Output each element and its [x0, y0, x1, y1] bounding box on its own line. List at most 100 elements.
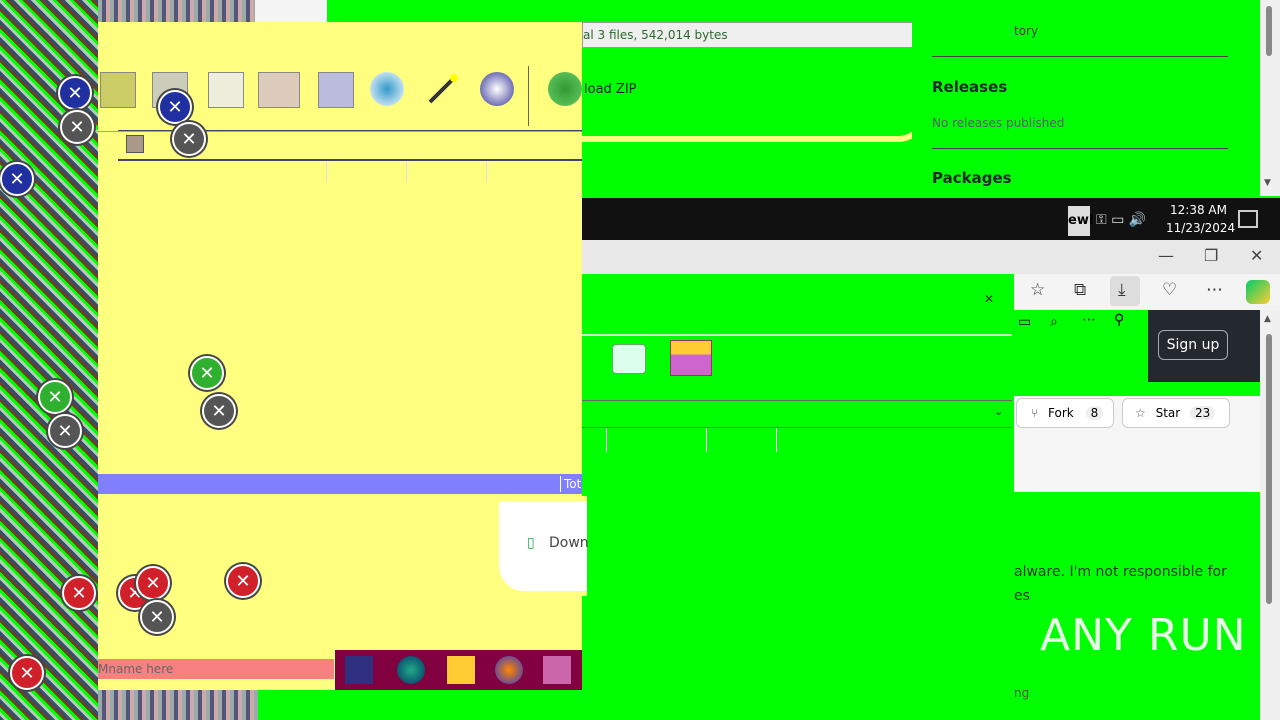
releases-text: No releases published — [932, 116, 1065, 130]
anyrun-watermark: ANY RUN — [1040, 610, 1247, 661]
browser-titlebar: — ❐ ✕ — [582, 240, 1280, 274]
filename-field[interactable]: Mname here — [98, 659, 334, 679]
archive-icon[interactable] — [100, 72, 136, 108]
close-icon: ✕ — [190, 356, 224, 390]
search-icon[interactable]: ⌕ — [1050, 314, 1058, 330]
scroll-thumb[interactable] — [1266, 6, 1272, 56]
tray-icons[interactable]: ⚿ ▭ 🔊 — [1096, 212, 1146, 228]
info-icon[interactable] — [480, 72, 514, 106]
repo-sidebar: tory Releases No releases published Pack… — [912, 0, 1260, 196]
glitch-artifact-strip — [0, 0, 98, 720]
edge-icon[interactable] — [397, 656, 425, 684]
star-icon: ☆ — [1135, 406, 1146, 420]
download-icon: ▯ — [527, 535, 535, 551]
releases-heading[interactable]: Releases — [932, 78, 1007, 96]
virus-scan-icon[interactable] — [548, 72, 582, 106]
glitch-artifact-bottom — [98, 690, 258, 720]
close-icon: ✕ — [158, 90, 192, 124]
more-icon[interactable]: ⋯ — [1082, 312, 1096, 328]
find-icon[interactable] — [370, 72, 404, 106]
copilot-icon[interactable] — [1246, 280, 1270, 304]
fork-button[interactable]: ⑂ Fork 8 — [1016, 398, 1114, 428]
fork-icon: ⑂ — [1031, 406, 1039, 420]
close-icon: ✕ — [10, 656, 44, 690]
folder-up-icon[interactable] — [126, 135, 144, 153]
status-total: Tot — [564, 477, 582, 491]
chevron-down-icon[interactable]: ⌄ — [994, 405, 1003, 418]
minimize-icon[interactable]: — — [1158, 246, 1174, 265]
archive-window: ✕ — [582, 286, 1014, 720]
fork-count: 8 — [1085, 406, 1104, 420]
download-label[interactable]: Down — [549, 535, 589, 551]
delete-icon[interactable] — [318, 72, 354, 108]
close-icon: ✕ — [58, 76, 92, 110]
restore-icon[interactable]: ❐ — [1204, 246, 1218, 265]
divider — [582, 334, 1012, 336]
file-list[interactable] — [98, 162, 582, 472]
fork-label: Fork — [1048, 406, 1074, 420]
history-link[interactable]: tory — [1014, 24, 1038, 38]
glitch-artifact-top — [98, 0, 258, 22]
browser-toolbar: ☆ ⧉ ⤓ ♡ ⋯ — [1014, 274, 1280, 310]
clock-time[interactable]: 12:38 AM — [1170, 203, 1227, 217]
sign-up-button[interactable]: Sign up — [1158, 330, 1228, 360]
close-icon: ✕ — [202, 394, 236, 428]
close-icon: ✕ — [140, 600, 174, 634]
pin-icon[interactable]: ⚲ — [1114, 312, 1124, 328]
view-icon[interactable] — [258, 72, 300, 108]
packages-heading[interactable]: Packages — [932, 169, 1012, 187]
wizard-icon[interactable] — [426, 72, 460, 106]
archive-address-bar[interactable]: ⌄ — [582, 400, 1012, 428]
close-icon: ✕ — [62, 576, 96, 610]
status-bar: Tot — [98, 474, 582, 494]
taskbar-app[interactable]: ewi — [1068, 206, 1093, 236]
close-icon: ✕ — [48, 414, 82, 448]
more-icon[interactable]: ⋯ — [1206, 280, 1223, 300]
winrar-icon[interactable] — [543, 656, 571, 684]
clock-date[interactable]: 11/23/2024 — [1166, 221, 1235, 235]
file-explorer-icon[interactable] — [447, 656, 475, 684]
gh-header-left: ▭ ⌕ ⋯ ⚲ — [1014, 310, 1148, 396]
favorites-icon[interactable]: ☆ — [1030, 280, 1045, 300]
readme-line: es — [1014, 588, 1030, 604]
task-view-icon[interactable] — [345, 656, 373, 684]
browser-scrollbar[interactable]: ▲ — [1260, 310, 1280, 720]
github-header: Sign up — [1148, 310, 1260, 382]
star-button[interactable]: ☆ Star 23 — [1122, 398, 1230, 428]
star-count: 23 — [1190, 406, 1216, 420]
readme-line: alware. I'm not responsible for — [1014, 564, 1227, 580]
taskbar-app-icons — [335, 650, 582, 690]
close-icon: ✕ — [136, 566, 170, 600]
close-icon: ✕ — [38, 380, 72, 414]
page-scrollbar[interactable]: ▼ — [1260, 0, 1280, 196]
windows-taskbar: ewi ⚿ ▭ 🔊 12:38 AM 11/23/2024 — [582, 198, 1280, 240]
collections-icon[interactable]: ⧉ — [1074, 280, 1086, 300]
scroll-up-icon[interactable]: ▲ — [1264, 314, 1271, 324]
close-icon[interactable]: ✕ — [984, 292, 994, 306]
download-zip-link[interactable]: load ZIP — [584, 82, 637, 97]
close-icon: ✕ — [0, 162, 34, 196]
close-icon: ✕ — [172, 122, 206, 156]
test-icon[interactable] — [208, 72, 244, 108]
folder-icon[interactable]: ▭ — [1018, 314, 1031, 330]
close-window-icon[interactable]: ✕ — [1250, 246, 1263, 265]
comment-icon[interactable] — [612, 344, 646, 374]
star-label: Star — [1155, 406, 1181, 420]
firefox-icon[interactable] — [495, 656, 523, 684]
archive-summary: al 3 files, 542,014 bytes — [583, 28, 728, 42]
close-icon: ✕ — [226, 564, 260, 598]
scroll-thumb[interactable] — [1266, 334, 1272, 604]
toolbar-divider — [528, 66, 529, 126]
health-icon[interactable]: ♡ — [1162, 280, 1177, 300]
sfx-icon[interactable] — [670, 340, 712, 376]
repo-actions-bar: ⑂ Fork 8 ☆ Star 23 — [1014, 396, 1260, 492]
download-icon: ⤓ — [1118, 280, 1126, 300]
notification-icon[interactable] — [1238, 210, 1258, 228]
readme-line: ng — [1014, 686, 1030, 700]
close-icon: ✕ — [60, 110, 94, 144]
white-block — [255, 0, 327, 22]
scroll-down-icon[interactable]: ▼ — [1264, 178, 1271, 188]
download-box: ▯ Down — [494, 496, 589, 596]
downloads-button[interactable]: ⤓ — [1110, 276, 1140, 306]
readme-area: alware. I'm not responsible for es ng — [1014, 492, 1260, 720]
